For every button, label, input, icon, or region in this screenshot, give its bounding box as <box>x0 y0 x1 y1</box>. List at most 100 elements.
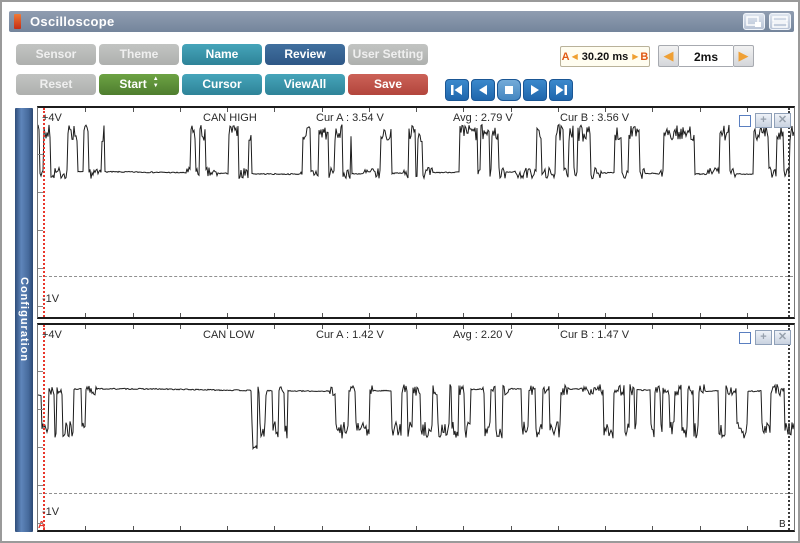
timebase-increase-button[interactable]: ▶ <box>733 45 754 67</box>
time-tick-mark <box>463 526 465 530</box>
time-tick-mark <box>321 325 323 329</box>
time-tick-mark <box>463 313 465 317</box>
time-tick-mark <box>227 325 228 329</box>
title-bar: Oscilloscope <box>9 11 794 32</box>
cursor-a-line[interactable] <box>43 325 45 530</box>
time-tick-mark <box>179 108 181 112</box>
time-tick-mark <box>274 313 276 317</box>
time-tick-mark <box>652 325 654 329</box>
cursor-a-line[interactable] <box>43 108 45 317</box>
time-tick-mark <box>274 325 276 329</box>
oscilloscope-window: Oscilloscope Sensor Theme Name Review Us… <box>0 0 800 543</box>
zoom-plus-button[interactable]: + <box>755 113 772 128</box>
time-tick-mark <box>652 108 654 112</box>
vmin-label: -1V <box>42 293 60 305</box>
viewall-button[interactable]: ViewAll <box>265 74 345 95</box>
vmin-label: -1V <box>42 506 60 518</box>
volt-tick-mark <box>38 268 43 269</box>
timebase-decrease-button[interactable]: ◀ <box>658 45 679 67</box>
window-title: Oscilloscope <box>30 14 115 29</box>
time-tick-mark <box>605 108 606 112</box>
time-tick-mark <box>510 526 512 530</box>
time-tick-mark <box>132 325 134 329</box>
name-button[interactable]: Name <box>182 44 262 65</box>
zoom-plus-button[interactable]: + <box>755 330 772 345</box>
time-tick-mark <box>605 325 606 329</box>
cursor-a-marker[interactable]: A <box>38 520 45 530</box>
time-tick-mark <box>179 313 181 317</box>
time-tick-mark <box>510 313 512 317</box>
start-spinner-icon[interactable]: ▲ ▼ <box>153 76 159 90</box>
time-tick-mark <box>368 108 370 112</box>
channel-name: CAN HIGH <box>203 112 257 124</box>
save-button[interactable]: Save <box>348 74 428 95</box>
volt-tick-mark <box>38 192 43 193</box>
channel-checkbox[interactable] <box>739 114 751 127</box>
cursor-b-label: B <box>640 50 649 63</box>
time-tick-mark <box>274 526 276 530</box>
review-button[interactable]: Review <box>265 44 345 65</box>
channel-name: CAN LOW <box>203 329 255 341</box>
skip-end-button[interactable] <box>549 79 573 101</box>
time-tick-mark <box>416 526 417 530</box>
volt-tick-mark <box>38 485 43 486</box>
time-tick-mark <box>557 108 559 112</box>
timebase-selector: ◀ 2ms ▶ <box>658 45 754 67</box>
cursor-a-label: A <box>561 50 570 63</box>
volt-tick-mark <box>38 447 43 448</box>
start-button[interactable]: Start ▲ ▼ <box>99 74 179 95</box>
time-tick-mark <box>274 108 276 112</box>
time-tick-mark <box>368 313 370 317</box>
cursor-a-left-icon: ◀ <box>571 52 578 61</box>
tile-windows-icon[interactable] <box>769 13 791 30</box>
user-setting-button[interactable]: User Setting <box>348 44 428 65</box>
start-label: Start <box>119 77 147 91</box>
playback-controls <box>445 79 573 101</box>
time-tick-mark <box>746 313 748 317</box>
time-tick-mark <box>699 325 701 329</box>
reset-button[interactable]: Reset <box>16 74 96 95</box>
close-channel-button[interactable]: ✕ <box>774 113 791 128</box>
skip-start-button[interactable] <box>445 79 469 101</box>
time-tick-mark <box>510 108 512 112</box>
cursor-a-value: Cur A : 3.54 V <box>316 112 384 124</box>
configuration-tab[interactable]: Configuration <box>15 108 33 532</box>
time-tick-mark <box>557 526 559 530</box>
zero-volt-gridline <box>39 493 793 494</box>
sensor-button[interactable]: Sensor <box>16 44 96 65</box>
time-tick-mark <box>85 313 87 317</box>
channel-checkbox[interactable] <box>739 331 751 344</box>
time-tick-mark <box>746 526 748 530</box>
volt-tick-mark <box>38 154 43 155</box>
time-tick-mark <box>179 325 181 329</box>
cursor-b-marker[interactable]: B <box>779 519 786 530</box>
average-value: Avg : 2.20 V <box>453 329 513 341</box>
cursor-time-readout: A ◀ 30.20 ms ▶ B <box>560 46 650 67</box>
cursor-delta-value: 30.20 ms <box>581 50 629 63</box>
time-tick-mark <box>368 526 370 530</box>
volt-tick-mark <box>38 306 43 307</box>
time-tick-mark <box>605 526 606 530</box>
stop-button[interactable] <box>497 79 521 101</box>
average-value: Avg : 2.79 V <box>453 112 513 124</box>
cursor-b-right-icon: ▶ <box>632 52 639 61</box>
time-tick-mark <box>132 526 134 530</box>
time-tick-mark <box>699 313 701 317</box>
time-tick-mark <box>652 313 654 317</box>
volt-tick-mark <box>38 230 43 231</box>
time-tick-mark <box>463 108 465 112</box>
time-tick-mark <box>416 313 417 317</box>
new-window-icon[interactable] <box>743 13 765 30</box>
cursor-b-line[interactable] <box>788 325 790 530</box>
cursor-button[interactable]: Cursor <box>182 74 262 95</box>
configuration-tab-label: Configuration <box>18 277 30 363</box>
cursor-a-value: Cur A : 1.42 V <box>316 329 384 341</box>
channel-panel-can-low: +4V CAN LOW Cur A : 1.42 V Avg : 2.20 V … <box>37 323 795 532</box>
theme-button[interactable]: Theme <box>99 44 179 65</box>
time-tick-mark <box>463 325 465 329</box>
close-channel-button[interactable]: ✕ <box>774 330 791 345</box>
step-back-button[interactable] <box>471 79 495 101</box>
play-button[interactable] <box>523 79 547 101</box>
cursor-b-line[interactable] <box>788 108 790 317</box>
waveform-canvas <box>38 123 794 181</box>
